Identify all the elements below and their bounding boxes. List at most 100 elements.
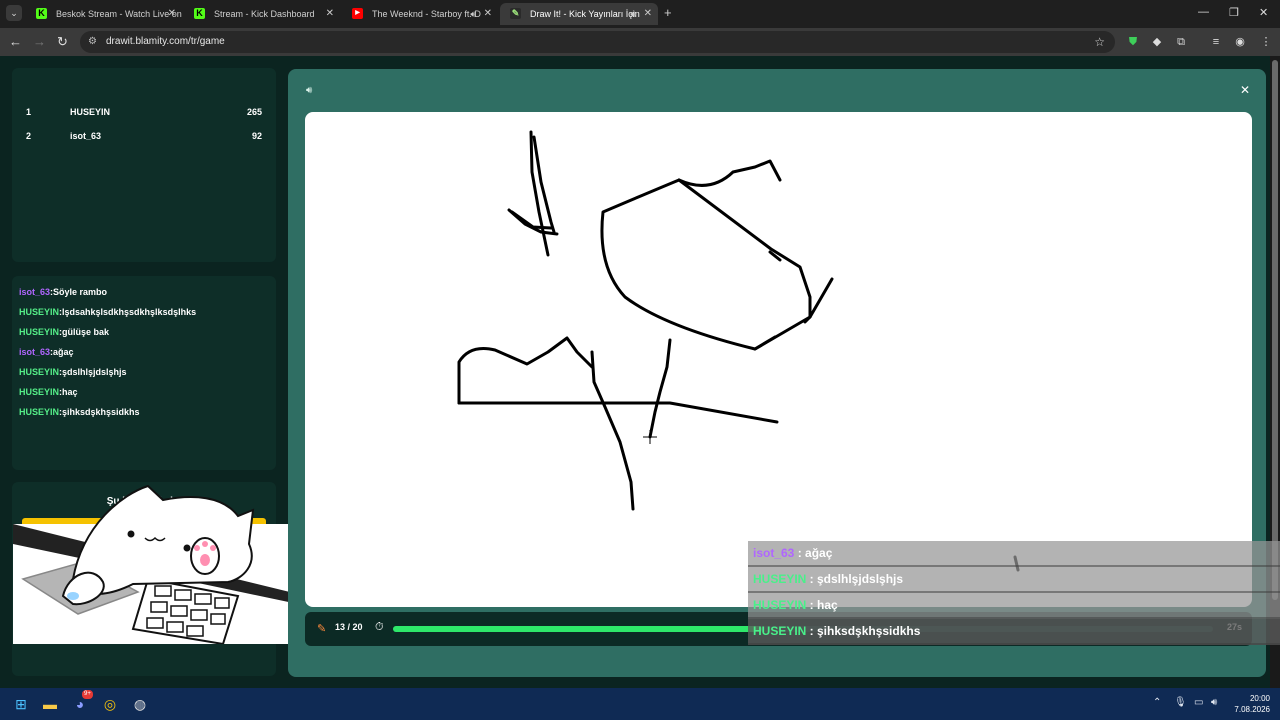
pencil-icon: ✎ [317,623,327,635]
speaker-icon[interactable]: 🔊︎ [470,3,476,25]
chat-panel: isot_63:Söyle rambo HUSEYIN:lşdsahkşlsdk… [12,276,276,470]
chat-text: şdslhlşjdslşhjs [62,367,127,377]
new-tab-button[interactable]: + [664,4,672,22]
discord-icon[interactable]: ◕ 9+ [70,690,93,714]
chat-message: HUSEYIN:lşdsahkşlsdkhşsdkhşlksdşlhks [19,307,197,317]
media-control-icon[interactable]: ≡ [1209,35,1223,49]
tab-youtube[interactable]: ▶ The Weeknd - Starboy ft. D 🔊︎ ✕ [342,3,498,25]
draw-it-logo-icon: ✎ [510,8,521,19]
kick-logo-icon: K [36,8,47,19]
stopwatch-icon: ⏱︎ [375,621,384,633]
time-progress-fill [393,626,762,632]
close-icon[interactable]: ✕ [644,3,652,25]
round-counter: 13 / 20 [335,622,363,632]
menu-icon[interactable]: ⋮ [1259,35,1273,49]
score-name: isot_63 [70,131,102,141]
bongo-cat-overlay [13,484,298,644]
scrollbar-thumb[interactable] [1272,60,1278,600]
overlay-text: : haç [806,598,838,612]
file-explorer-icon[interactable]: ▬ [40,694,60,714]
chat-message: isot_63:Söyle rambo [19,287,108,297]
tab-title: The Weeknd - Starboy ft. D [372,9,481,19]
close-icon[interactable]: ✕ [168,3,176,25]
chat-text: lşdsahkşlsdkhşsdkhşlksdşlhks [62,307,197,317]
extension-icon[interactable]: ◆ [1150,35,1164,49]
stream-chat-overlay: isot_63 : ağaç HUSEYIN : şdslhlşjdslşhjs… [748,541,1280,645]
chat-message: isot_63:ağaç [19,347,74,357]
overlay-chat-message: isot_63 : ağaç [748,541,1280,567]
profile-icon[interactable]: ◉ [1233,35,1247,49]
chat-username: HUSEYIN [19,387,60,397]
youtube-logo-icon: ▶ [352,8,363,19]
chrome-icon[interactable]: ◎ [100,694,120,714]
window-close-icon[interactable]: ✕ [1259,6,1268,19]
chat-message: HUSEYIN:haç [19,387,78,397]
score-points: 265 [246,107,262,117]
windows-taskbar: ⊞ ▬ ◕ 9+ ◎ ◍ ⌃ 🎙︎ ▭ 🔊︎ 20:00 7.08.2026 [0,688,1280,720]
score-points: 92 [251,131,262,141]
score-name: HUSEYIN [70,107,111,117]
overlay-chat-message: HUSEYIN : haç [748,593,1280,619]
tab-beskok-stream[interactable]: K Beskok Stream - Watch Live on ✕ [26,3,182,25]
close-icon[interactable]: ✕ [484,3,492,25]
site-info-icon[interactable]: ⚙ [88,31,97,53]
kick-logo-icon: K [194,8,205,19]
overlay-text: : şdslhlşjdslşhjs [806,572,904,586]
overlay-username: isot_63 [753,546,795,560]
tab-draw-it[interactable]: ✎ Draw It! - Kick Yayınları İçin 🔊︎ ✕ [500,3,658,25]
chat-username: HUSEYIN [19,327,60,337]
obs-icon[interactable]: ◍ [130,694,150,714]
tab-search-button[interactable]: ⌄ [6,5,22,21]
shield-extension-icon[interactable]: ⛊ [1126,35,1140,49]
sound-toggle-icon[interactable]: 🔊︎ [306,85,312,96]
volume-icon[interactable]: 🔊︎ [1211,697,1217,708]
browser-tab-bar: ⌄ K Beskok Stream - Watch Live on ✕ K St… [0,0,1280,28]
microphone-icon[interactable]: 🎙︎ [1174,697,1187,708]
chat-text: gülüşe bak [62,327,110,337]
chat-text: şihksdşkhşsidkhs [62,407,140,417]
network-icon[interactable]: ▭ [1194,697,1203,708]
tab-kick-dashboard[interactable]: K Stream - Kick Dashboard ✕ [184,3,340,25]
chat-message: HUSEYIN:gülüşe bak [19,327,110,337]
windows-start-icon[interactable]: ⊞ [11,694,31,714]
restore-icon[interactable]: ❐ [1229,6,1239,19]
tray-chevron-icon[interactable]: ⌃ [1153,697,1161,708]
puzzle-extensions-icon[interactable]: ⧉ [1174,35,1188,49]
chat-username: HUSEYIN [19,407,60,417]
bookmark-star-icon[interactable]: ☆ [1094,31,1105,53]
taskbar-clock[interactable]: 20:00 7.08.2026 [1220,693,1270,715]
score-rank: 2 [26,131,32,141]
url-text: drawit.blamity.com/tr/game [106,36,225,47]
speaker-icon[interactable]: 🔊︎ [630,3,636,25]
chat-message: HUSEYIN:şihksdşkhşsidkhs [19,407,140,417]
overlay-chat-message: HUSEYIN : şihksdşkhşsidkhs [748,619,1280,645]
tab-title: Draw It! - Kick Yayınları İçin [530,9,640,19]
overlay-chat-message: HUSEYIN : şdslhlşjdslşhjs [748,567,1280,593]
chat-text: ağaç [53,347,74,357]
discord-badge: 9+ [82,690,93,699]
clock-date: 7.08.2026 [1234,705,1270,714]
back-icon[interactable]: ← [9,34,22,50]
tab-title: Beskok Stream - Watch Live on [56,9,182,19]
browser-toolbar: ← → ↻ ⚙ drawit.blamity.com/tr/game ☆ ⛊ ◆… [0,28,1280,56]
chat-username: HUSEYIN [19,367,60,377]
overlay-username: HUSEYIN [753,624,807,638]
reload-icon[interactable]: ↻ [57,34,68,50]
chat-message: HUSEYIN:şdslhlşjdslşhjs [19,367,127,377]
overlay-username: HUSEYIN [753,572,807,586]
drawing-canvas[interactable] [305,112,1252,607]
close-icon[interactable]: ✕ [326,3,334,25]
tab-title: Stream - Kick Dashboard [214,9,315,19]
score-rank: 1 [26,107,32,117]
scoreboard-panel: 1 HUSEYIN 265 2 isot_63 92 [12,68,276,262]
score-row: 1 HUSEYIN 265 [26,104,262,120]
address-bar[interactable]: ⚙ drawit.blamity.com/tr/game ☆ [80,31,1115,53]
clock-time: 20:00 [1249,694,1270,703]
minimize-icon[interactable]: — [1198,6,1209,18]
chat-text: Söyle rambo [53,287,108,297]
crosshair-cursor-icon [643,430,657,444]
overlay-text: : ağaç [794,546,833,560]
close-game-button[interactable]: ✕ [1240,83,1250,97]
drawing-strokes [457,130,1020,572]
forward-icon[interactable]: → [33,34,46,50]
